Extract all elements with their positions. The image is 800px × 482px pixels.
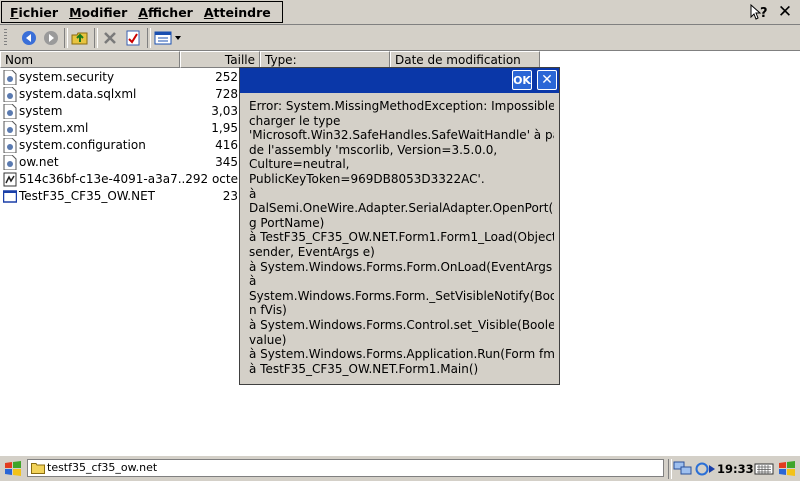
error-line: à: [249, 186, 257, 201]
file-size: 1,95: [211, 121, 238, 135]
file-size: 23: [222, 189, 238, 203]
help-mark: ?: [760, 6, 768, 21]
toolbar-separator: [147, 28, 151, 48]
menu-atteindre[interactable]: Atteindre: [200, 5, 278, 20]
executable-file-icon: [3, 172, 17, 187]
list-item[interactable]: ow.net 345: [0, 154, 260, 171]
file-icon: [3, 70, 17, 85]
error-dialog: OK ✕ Error: System.MissingMethodExceptio…: [239, 67, 560, 385]
file-name: 514c36bf-c13e-4091-a3a7...: [19, 172, 190, 186]
list-item[interactable]: 514c36bf-c13e-4091-a3a7... 292 octe: [0, 171, 260, 188]
list-item[interactable]: TestF35_CF35_OW.NET 23: [0, 188, 260, 205]
file-size: 416: [215, 138, 238, 152]
error-line: value): [249, 332, 287, 347]
error-line: sender, EventArgs e): [249, 244, 375, 259]
menu-group: Fichier Modifier Afficher Atteindre: [1, 1, 283, 23]
file-name: TestF35_CF35_OW.NET: [19, 189, 155, 203]
error-line: de l'assembly 'mscorlib, Version=3.5.0.0…: [249, 142, 498, 157]
file-icon: [3, 155, 17, 170]
error-line: à TestF35_CF35_OW.NET.Form1.Form1_Load(O…: [249, 230, 554, 245]
file-icon: [3, 121, 17, 136]
menu-modifier[interactable]: Modifier: [65, 5, 134, 20]
file-name: system: [19, 104, 63, 118]
file-size: 252: [215, 70, 238, 84]
close-icon[interactable]: ✕: [774, 2, 796, 22]
file-icon: [3, 87, 17, 102]
toolbar-separator: [94, 28, 98, 48]
list-item[interactable]: system.data.sqlxml 728: [0, 86, 260, 103]
taskbar: testf35_cf35_ow.net 19:33: [0, 455, 800, 481]
taskbar-window-button[interactable]: testf35_cf35_ow.net: [27, 459, 664, 477]
column-header-type[interactable]: Type:: [260, 51, 390, 68]
file-name: ow.net: [19, 155, 59, 169]
up-folder-icon[interactable]: [70, 28, 90, 48]
file-list: system.security 252 system.data.sqlxml 7…: [0, 69, 260, 205]
taskbar-window-label: testf35_cf35_ow.net: [47, 461, 158, 474]
menu-bar: Fichier Modifier Afficher Atteindre ? ✕: [0, 0, 800, 25]
error-line: à TestF35_CF35_OW.NET.Form1.Main(): [249, 361, 479, 376]
keyboard-icon[interactable]: [754, 460, 774, 478]
file-name: system.xml: [19, 121, 89, 135]
ok-button[interactable]: OK: [512, 70, 532, 90]
delete-icon[interactable]: [100, 28, 120, 48]
list-item[interactable]: system 3,03: [0, 103, 260, 120]
file-icon: [3, 138, 17, 153]
toolbar: [0, 25, 800, 51]
error-line: Error: System.MissingMethodException: Im…: [249, 99, 554, 113]
file-name: system.data.sqlxml: [19, 87, 137, 101]
file-size: 3,03: [211, 104, 238, 118]
help-icon[interactable]: ?: [748, 2, 770, 22]
toolbar-separator: [64, 28, 68, 48]
error-line: charger le type: [249, 113, 341, 128]
error-line: à System.Windows.Forms.Application.Run(F…: [249, 347, 554, 362]
properties-icon[interactable]: [123, 28, 143, 48]
file-size: 728: [215, 87, 238, 101]
column-headers: Nom Taille Type: Date de modification: [0, 51, 540, 68]
forward-icon[interactable]: [41, 28, 61, 48]
error-line: System.Windows.Forms.Form._SetVisibleNot…: [249, 288, 554, 303]
error-line: à: [249, 274, 257, 289]
file-icon: [3, 104, 17, 119]
dialog-title-bar: OK ✕: [240, 68, 559, 93]
toolbar-grip: [4, 29, 7, 47]
error-message: Error: System.MissingMethodException: Im…: [249, 99, 554, 376]
file-name: system.configuration: [19, 138, 146, 152]
folder-icon: [31, 463, 45, 474]
start-icon[interactable]: [3, 459, 23, 479]
column-header-date[interactable]: Date de modification: [390, 51, 540, 68]
tray-separator: [668, 459, 672, 479]
close-glyph: ✕: [777, 2, 793, 22]
view-icon[interactable]: [153, 28, 185, 48]
list-item[interactable]: system.configuration 416: [0, 137, 260, 154]
column-header-size[interactable]: Taille: [180, 51, 260, 68]
error-line: g PortName): [249, 215, 325, 230]
file-name: system.security: [19, 70, 115, 84]
application-icon: [3, 190, 17, 203]
error-line: Culture=neutral,: [249, 157, 350, 172]
error-line: PublicKeyToken=969DB8053D3322AC'.: [249, 171, 485, 186]
tray-arrow-icon[interactable]: [707, 460, 717, 478]
menu-afficher[interactable]: Afficher: [134, 5, 200, 20]
network-icon[interactable]: [673, 460, 693, 478]
file-size: 292 octe: [185, 172, 238, 186]
back-icon[interactable]: [19, 28, 39, 48]
list-item[interactable]: system.xml 1,95: [0, 120, 260, 137]
dialog-close-button[interactable]: ✕: [537, 70, 557, 90]
list-item[interactable]: system.security 252: [0, 69, 260, 86]
clock[interactable]: 19:33: [717, 460, 754, 478]
desktop-icon[interactable]: [777, 460, 797, 478]
menu-fichier[interactable]: Fichier: [6, 5, 65, 20]
error-line: à System.Windows.Forms.Form.OnLoad(Event…: [249, 259, 554, 274]
file-size: 345: [215, 155, 238, 169]
error-line: 'Microsoft.Win32.SafeHandles.SafeWaitHan…: [249, 128, 554, 143]
error-line: n fVis): [249, 303, 287, 318]
error-line: à System.Windows.Forms.Control.set_Visib…: [249, 317, 554, 332]
column-header-name[interactable]: Nom: [0, 51, 180, 68]
error-line: DalSemi.OneWire.Adapter.SerialAdapter.Op…: [249, 201, 554, 216]
